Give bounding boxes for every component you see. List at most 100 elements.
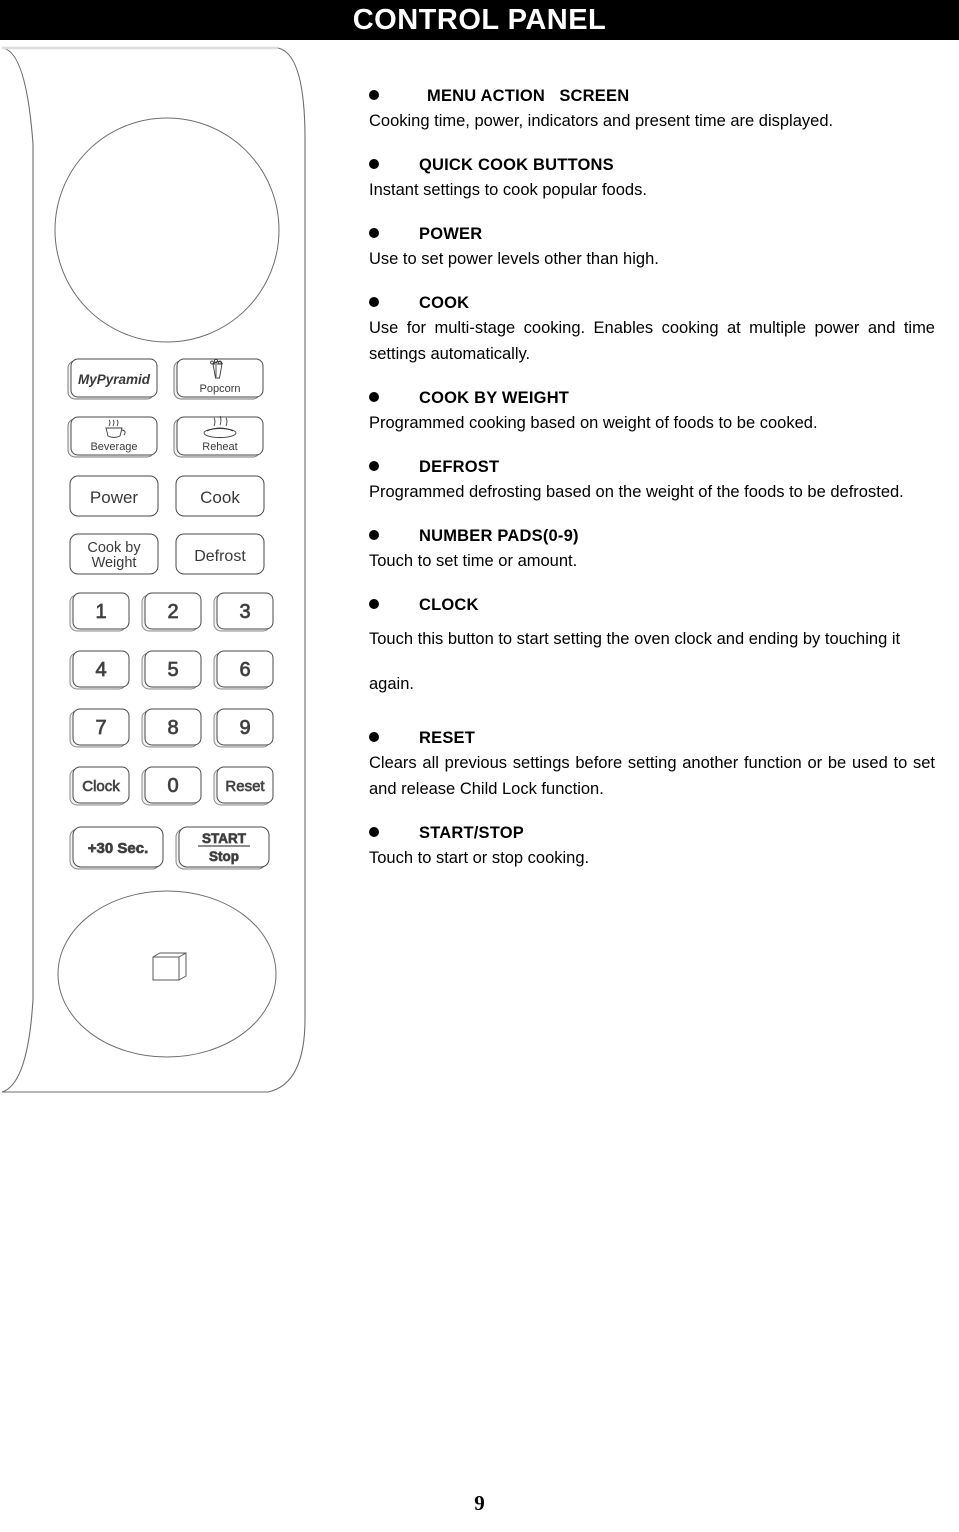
section-heading-text: COOK xyxy=(419,294,470,312)
svg-text:Power: Power xyxy=(90,488,139,507)
key-reset: Reset xyxy=(213,766,274,806)
svg-text:9: 9 xyxy=(239,717,250,739)
bullet-icon xyxy=(369,827,379,837)
section-cook: COOK Use for multi-stage cooking. Enable… xyxy=(369,293,935,367)
bullet-icon xyxy=(369,159,379,169)
key-7: 7 xyxy=(69,708,130,748)
bullet-icon xyxy=(369,90,379,100)
section-power: POWER Use to set power levels other than… xyxy=(369,224,935,272)
svg-text:Stop: Stop xyxy=(209,849,239,864)
section-heading-text: NUMBER PADS(0-9) xyxy=(419,527,579,545)
section-heading-text: RESET xyxy=(419,729,476,747)
svg-text:Cook: Cook xyxy=(200,488,240,507)
button-add-30-sec: +30 Sec. xyxy=(69,826,164,870)
svg-text:6: 6 xyxy=(239,659,250,681)
section-quick-cook-buttons: QUICK COOK BUTTONS Instant settings to c… xyxy=(369,155,935,203)
section-body: Programmed defrosting based on the weigh… xyxy=(369,483,904,501)
key-3: 3 xyxy=(213,592,274,632)
section-cook-by-weight: COOK BY WEIGHT Programmed cooking based … xyxy=(369,388,935,436)
svg-text:+30 Sec.: +30 Sec. xyxy=(88,840,148,857)
section-heading-text: POWER xyxy=(419,225,483,243)
svg-text:3: 3 xyxy=(239,601,250,623)
svg-text:START: START xyxy=(202,831,247,846)
section-body: Use for multi-stage cooking. Enables coo… xyxy=(369,319,935,363)
section-heading: COOK xyxy=(369,293,935,313)
button-start-stop: START Stop xyxy=(175,826,270,870)
descriptions-column: MENU ACTION SCREEN Cooking time, power, … xyxy=(369,86,935,892)
section-body: Instant settings to cook popular foods. xyxy=(369,181,647,199)
section-body: Touch to set time or amount. xyxy=(369,552,578,570)
button-cook-by-weight: Cook by Weight xyxy=(69,533,159,575)
svg-text:Clock: Clock xyxy=(82,778,120,795)
svg-text:8: 8 xyxy=(167,717,178,739)
button-reheat: Reheat xyxy=(173,415,264,458)
key-0: 0 xyxy=(141,766,202,806)
button-popcorn: Popcorn xyxy=(173,358,264,400)
key-1: 1 xyxy=(69,592,130,632)
section-heading-text: DEFROST xyxy=(419,458,500,476)
door-latch-icon xyxy=(152,952,187,981)
section-heading-text: START/STOP xyxy=(419,824,524,842)
button-power: Power xyxy=(69,475,159,517)
button-beverage: Beverage xyxy=(67,416,158,458)
section-number-pads: NUMBER PADS(0-9) Touch to set time or am… xyxy=(369,526,935,574)
svg-text:5: 5 xyxy=(167,659,178,681)
section-start-stop: START/STOP Touch to start or stop cookin… xyxy=(369,823,935,871)
bullet-icon xyxy=(369,530,379,540)
button-mypyramid: MyPyramid xyxy=(67,358,158,400)
svg-text:7: 7 xyxy=(95,717,106,739)
section-menu-action-screen: MENU ACTION SCREEN Cooking time, power, … xyxy=(369,86,935,134)
page-title: CONTROL PANEL xyxy=(352,3,607,36)
svg-text:Cook by: Cook by xyxy=(87,540,141,556)
page-number: 9 xyxy=(474,1491,485,1515)
svg-text:0: 0 xyxy=(167,775,178,797)
section-defrost: DEFROST Programmed defrosting based on t… xyxy=(369,457,935,505)
svg-text:2: 2 xyxy=(167,601,178,623)
door-handle-ellipse xyxy=(57,890,277,1058)
key-clock: Clock xyxy=(69,766,130,806)
svg-text:Reset: Reset xyxy=(225,778,265,795)
section-body: Clears all previous settings before sett… xyxy=(369,754,935,798)
control-panel-illustration: MyPyramid Popcorn Beverage Reheat Power … xyxy=(0,44,320,1104)
bullet-icon xyxy=(369,461,379,471)
bullet-icon xyxy=(369,392,379,402)
section-body: Programmed cooking based on weight of fo… xyxy=(369,414,818,432)
section-heading-text: COOK BY WEIGHT xyxy=(419,389,570,407)
section-body: Use to set power levels other than high. xyxy=(369,250,659,268)
svg-text:4: 4 xyxy=(95,659,106,681)
section-heading: RESET xyxy=(369,728,935,748)
section-heading-text: QUICK COOK BUTTONS xyxy=(419,156,614,174)
section-heading-text: CLOCK xyxy=(419,596,479,614)
section-reset: RESET Clears all previous settings befor… xyxy=(369,728,935,802)
button-defrost: Defrost xyxy=(175,533,265,575)
svg-text:MyPyramid: MyPyramid xyxy=(78,372,151,387)
key-2: 2 xyxy=(141,592,202,632)
key-9: 9 xyxy=(213,708,274,748)
bullet-icon xyxy=(369,732,379,742)
key-6: 6 xyxy=(213,650,274,690)
svg-text:1: 1 xyxy=(95,601,106,623)
key-8: 8 xyxy=(141,708,202,748)
button-cook: Cook xyxy=(175,475,265,517)
section-clock: CLOCK Touch this button to start setting… xyxy=(369,595,935,707)
section-body: Cooking time, power, indicators and pres… xyxy=(369,112,834,130)
key-5: 5 xyxy=(141,650,202,690)
svg-text:Weight: Weight xyxy=(92,555,137,571)
svg-text:Beverage: Beverage xyxy=(90,441,137,453)
section-heading: MENU ACTION SCREEN xyxy=(369,86,935,106)
section-heading-text: MENU ACTION SCREEN xyxy=(427,87,630,105)
section-heading: POWER xyxy=(369,224,935,244)
page-header-bar: CONTROL PANEL xyxy=(0,0,959,40)
section-heading: START/STOP xyxy=(369,823,935,843)
bullet-icon xyxy=(369,297,379,307)
section-heading: QUICK COOK BUTTONS xyxy=(369,155,935,175)
bullet-icon xyxy=(369,599,379,609)
section-heading: COOK BY WEIGHT xyxy=(369,388,935,408)
section-body: Touch this button to start setting the o… xyxy=(369,630,901,693)
section-heading: NUMBER PADS(0-9) xyxy=(369,526,935,546)
menu-action-screen-circle xyxy=(54,117,280,343)
key-4: 4 xyxy=(69,650,130,690)
bullet-icon xyxy=(369,228,379,238)
svg-text:Popcorn: Popcorn xyxy=(200,383,241,395)
svg-text:Reheat: Reheat xyxy=(202,441,237,453)
